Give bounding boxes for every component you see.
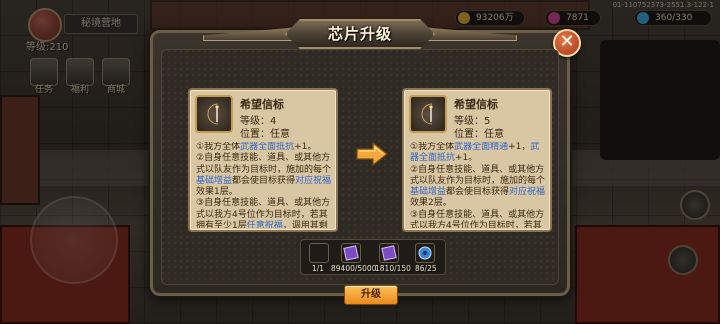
keyword-highlight[interactable]: 基础增益 <box>196 176 232 186</box>
description-text: +1， <box>508 142 531 152</box>
chip-name: 希望信标 <box>240 98 284 111</box>
chip-icon <box>314 246 321 260</box>
description-text: +1。 <box>455 153 478 164</box>
purple-book-icon <box>381 245 397 261</box>
keyword-highlight[interactable]: 武器全面精通 <box>454 142 508 152</box>
description-text: 效果2层。 <box>410 198 452 209</box>
material-count: 89400/5000 <box>331 264 377 273</box>
keyword-highlight[interactable]: 武器全面抵抗 <box>240 142 294 152</box>
upgrade-materials: 1/1 89400/5000 1810/150 86/25 <box>300 239 446 275</box>
arrow-right-icon <box>356 142 388 166</box>
next-chip-card: 希望信标 等级：5 位置：任意 ①我方全体武器全面精通+1，武器全面抵抗+1。 ②… <box>402 88 552 232</box>
keyword-highlight[interactable]: 任意祝福 <box>247 221 283 228</box>
material-count: 1/1 <box>312 264 325 273</box>
description-text: +1。 <box>294 142 317 152</box>
description-text: 都会使目标获得 <box>232 175 296 186</box>
chip-description: ①我方全体武器全面抵抗+1。 ②自身任意技能、道具、或其他方式以队友作为目标时，施… <box>196 142 332 228</box>
keyword-highlight[interactable]: 基础增益 <box>410 187 446 197</box>
dialog-body: 希望信标 等级：4 位置：任意 ①我方全体武器全面抵抗+1。 ②自身任意技能、道具… <box>161 49 559 305</box>
description-text: ，调用其剩 <box>282 221 328 228</box>
material-count: 1810/150 <box>375 264 411 273</box>
chip-position: 位置：任意 <box>454 129 504 140</box>
blue-gear-icon <box>418 246 432 260</box>
dialog-title: 芯片升级 <box>285 19 435 49</box>
crescent-chip-icon <box>409 95 447 133</box>
keyword-highlight[interactable]: 对应祝福 <box>509 187 545 197</box>
material-count: 86/25 <box>415 264 437 273</box>
description-text: 都会使目标获得 <box>446 187 510 198</box>
description-text: ③自身任意技能、道具、或其他方式以我方4号位作为目标时，若其 <box>410 209 545 228</box>
upgrade-button[interactable]: 升级 <box>344 285 398 305</box>
description-text: ①我方全体 <box>410 142 455 152</box>
crescent-chip-icon <box>195 95 233 133</box>
keyword-highlight[interactable]: 对应祝福 <box>295 176 331 186</box>
material-slot-book[interactable] <box>341 243 361 263</box>
chip-description: ①我方全体武器全面精通+1，武器全面抵抗+1。 ②自身任意技能、道具、或其他方式以… <box>410 142 546 228</box>
chip-upgrade-dialog: 芯片升级 ✕ 希望信标 等级：4 位置：任意 ①我方全体武器全面抵抗+1。 ②自身… <box>150 19 581 305</box>
current-chip-card: 希望信标 等级：4 位置：任意 ①我方全体武器全面抵抗+1。 ②自身任意技能、道具… <box>188 88 338 232</box>
purple-book-icon <box>343 245 359 261</box>
material-slot-gear[interactable] <box>415 243 435 263</box>
material-slot-chip[interactable] <box>309 243 329 263</box>
description-text: 效果1层。 <box>196 187 238 198</box>
chip-position: 位置：任意 <box>240 129 290 140</box>
description-text: ①我方全体 <box>196 142 241 152</box>
title-wing-left <box>203 27 299 41</box>
title-wing-right <box>421 27 517 41</box>
material-slot-book[interactable] <box>379 243 399 263</box>
description-text: ②自身任意技能、道具、或其他方式以队友作为目标时，施加的每个 <box>410 164 546 186</box>
chip-name: 希望信标 <box>454 98 498 111</box>
description-text: ②自身任意技能、道具、或其他方式以队友作为目标时，施加的每个 <box>196 153 332 175</box>
